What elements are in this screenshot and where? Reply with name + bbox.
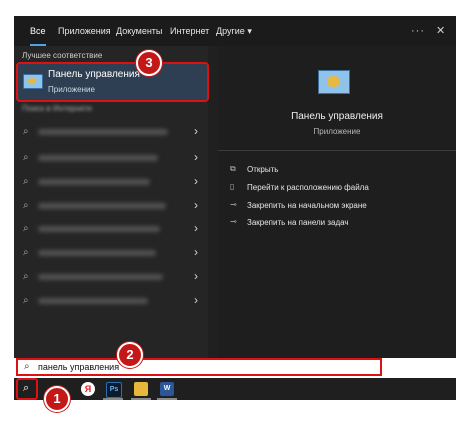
tab-bar: Все Приложения Документы Интернет Другие… [14, 16, 456, 46]
running-indicator [103, 398, 123, 400]
search-icon: ⌕ [23, 176, 29, 187]
action-label: Закрепить на начальном экране [247, 201, 367, 210]
web-result-item[interactable]: ⌕ › [14, 148, 208, 168]
web-result-item[interactable]: ⌕ › [14, 219, 208, 239]
chevron-right-icon[interactable]: › [194, 174, 198, 188]
search-icon: ⌕ [23, 247, 29, 258]
open-icon: ⧉ [230, 164, 236, 173]
web-result-item[interactable]: ⌕ › [14, 267, 208, 287]
action-label: Перейти к расположению файла [247, 183, 369, 192]
search-icon: ⌕ [23, 295, 29, 306]
search-input[interactable] [38, 360, 368, 374]
web-result-item[interactable]: ⌕ › [14, 243, 208, 263]
close-icon[interactable]: ✕ [436, 16, 445, 46]
web-result-item[interactable]: ⌕ › [14, 196, 208, 216]
divider [218, 150, 456, 151]
yandex-browser-icon[interactable]: Я [81, 382, 95, 396]
search-icon: ⌕ [23, 126, 29, 137]
control-panel-icon [318, 70, 350, 94]
highlight-frame [16, 62, 209, 102]
tab-internet[interactable]: Интернет [170, 16, 209, 46]
search-icon: ⌕ [24, 361, 30, 372]
word-icon[interactable]: W [160, 382, 174, 396]
running-indicator [157, 398, 177, 400]
pin-icon: ⊸ [230, 200, 237, 209]
best-match-header: Лучшее соответствие [22, 51, 103, 60]
chevron-right-icon[interactable]: › [194, 198, 198, 212]
more-options-icon[interactable]: ··· [411, 16, 425, 46]
search-icon: ⌕ [23, 382, 30, 394]
tab-all[interactable]: Все [30, 16, 46, 46]
tab-documents[interactable]: Документы [116, 16, 162, 46]
web-result-item[interactable]: ⌕ › [14, 291, 208, 311]
step-badge-1: 1 [44, 386, 70, 412]
preview-title: Панель управления [291, 111, 383, 122]
file-explorer-icon[interactable] [134, 382, 148, 396]
running-indicator [131, 398, 151, 400]
search-icon: ⌕ [23, 152, 29, 163]
action-label: Закрепить на панели задач [247, 218, 349, 227]
chevron-right-icon[interactable]: › [194, 269, 198, 283]
search-icon: ⌕ [23, 200, 29, 211]
step-badge-3: 3 [136, 50, 162, 76]
file-location-icon: ▯ [230, 182, 235, 191]
step-badge-2: 2 [117, 342, 143, 368]
web-result-item[interactable]: ⌕ › [14, 172, 208, 192]
tab-other[interactable]: Другие ▾ [216, 16, 252, 46]
chevron-right-icon[interactable]: › [194, 293, 198, 307]
search-icon: ⌕ [23, 271, 29, 282]
preview-subtitle: Приложение [313, 127, 361, 136]
chevron-right-icon[interactable]: › [194, 150, 198, 164]
search-icon: ⌕ [23, 223, 29, 234]
photoshop-icon[interactable]: Ps [106, 382, 122, 398]
chevron-right-icon[interactable]: › [194, 124, 198, 138]
tab-apps[interactable]: Приложения [58, 16, 111, 46]
taskbar-search-button[interactable]: ⌕ [16, 378, 38, 400]
pin-icon: ⊸ [230, 217, 237, 226]
web-search-header: Поиск в Интернете [22, 104, 93, 113]
chevron-right-icon[interactable]: › [194, 245, 198, 259]
action-label: Открыть [247, 165, 279, 174]
web-result-item[interactable]: ⌕ › [14, 122, 208, 142]
chevron-right-icon[interactable]: › [194, 221, 198, 235]
search-box[interactable]: ⌕ [16, 358, 382, 376]
